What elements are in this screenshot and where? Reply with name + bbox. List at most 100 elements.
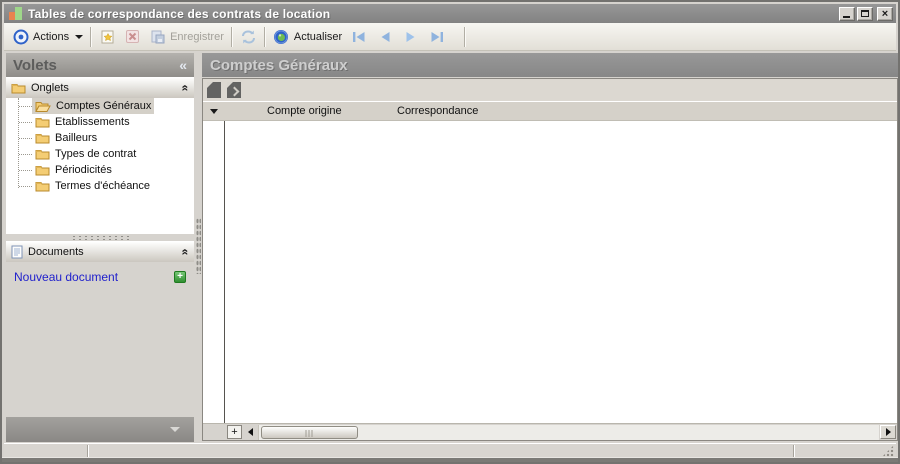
nav-first-icon [353,31,365,42]
chevron-double-up-icon[interactable]: « [179,85,193,92]
save-label: Enregistrer [170,30,224,43]
sync-button[interactable] [236,26,261,47]
toolbar: Actions Enregistrer Actualiser [4,23,896,51]
minimize-icon [843,15,850,18]
nav-previous-icon [381,31,390,42]
close-icon: × [881,7,889,20]
row-indicator-divider [224,102,225,440]
horizontal-scrollbar-thumb[interactable] [261,425,358,439]
tree-empty-space [6,194,194,234]
titlebar: Tables de correspondance des contrats de… [4,4,896,23]
nav-next-icon [406,31,415,42]
refresh-button[interactable]: Actualiser [269,26,346,47]
chevron-down-icon [75,34,84,39]
nav-last-button[interactable] [426,28,448,46]
main-panel-header: Comptes Généraux [202,53,898,77]
new-item-button[interactable] [95,26,120,47]
folder-icon [11,84,26,94]
tree-item-label: Types de contrat [55,148,137,160]
close-button[interactable]: × [877,6,893,21]
nav-previous-button[interactable] [374,28,396,46]
arrow-left-icon [247,428,253,436]
thumb-grip-icon [305,429,314,437]
nav-next-button[interactable] [400,28,422,46]
folder-icon [35,182,50,192]
scroll-left-button[interactable] [242,425,258,439]
scroll-right-button[interactable] [880,425,896,439]
window-bottom-edge [2,457,898,462]
collapse-sidebar-icon[interactable]: « [179,58,187,72]
card-view-icon[interactable] [207,82,221,98]
app-icon [9,7,23,20]
grid-scrollbar-row: + [203,423,897,440]
add-document-button[interactable]: + [174,271,186,283]
tree-item-bailleurs[interactable]: Bailleurs [6,130,194,146]
maximize-button[interactable] [857,6,873,21]
chevron-down-icon [170,427,180,432]
pin-column-icon[interactable] [227,82,241,98]
splitter-grip-icon [71,235,129,240]
tree-item-termes-echeance[interactable]: Termes d'échéance [6,178,194,194]
actions-target-icon [12,28,29,45]
new-note-icon [99,28,116,45]
save-icon [149,28,166,45]
horizontal-scrollbar-track[interactable] [258,424,879,440]
chevron-double-up-icon[interactable]: « [179,249,193,256]
actions-label: Actions [33,30,70,43]
app-window: Tables de correspondance des contrats de… [0,0,900,464]
column-header-compte-origine[interactable]: Compte origine [267,105,342,117]
resize-grip[interactable] [882,445,894,457]
sync-arrows-icon [240,28,257,45]
panes-header: Volets « [6,53,194,77]
folder-icon [35,134,50,144]
delete-x-icon [124,28,141,45]
nav-first-button[interactable] [348,28,370,46]
column-header-correspondance[interactable]: Correspondance [397,105,478,117]
tree-item-label: Bailleurs [55,132,98,144]
onglets-group-header[interactable]: Onglets « [6,77,194,98]
maximize-icon [861,9,869,17]
grid-column-header-row: Compte origine Correspondance [203,102,897,121]
panes-title: Volets [13,56,57,74]
toolbar-separator [263,26,266,47]
delete-item-button[interactable] [120,26,145,47]
add-row-button[interactable]: + [227,425,242,439]
refresh-icon [273,28,290,45]
refresh-label: Actualiser [293,30,343,43]
sidebar-scroll-down[interactable] [6,417,194,442]
row-indicator-cell[interactable] [203,102,224,121]
tree-item-label: Comptes Généraux [56,100,152,112]
new-document-link[interactable]: Nouveau document [14,270,174,284]
documents-group-header[interactable]: Documents « [6,241,194,262]
tree-item-periodicites[interactable]: Périodicités [6,162,194,178]
actions-menu-button[interactable]: Actions [8,26,87,47]
main-panel-title: Comptes Généraux [210,56,348,74]
documents-group-label: Documents [28,246,84,258]
toolbar-separator [230,26,233,47]
grid-body[interactable] [203,121,897,423]
tree-item-types-de-contrat[interactable]: Types de contrat [6,146,194,162]
folder-open-icon [35,102,51,112]
sidebar: Onglets « Comptes Généraux Etablissement… [6,77,194,442]
folder-icon [35,118,50,128]
grid-panel: Compte origine Correspondance + [202,78,898,441]
grid-group-panel [203,79,897,102]
onglets-group-label: Onglets [31,82,69,94]
splitter-grip-icon [196,218,201,274]
toolbar-separator [464,26,467,47]
toolbar-separator [90,26,93,47]
nav-last-icon [431,31,444,42]
minimize-button[interactable] [839,6,855,21]
vertical-splitter[interactable] [194,53,202,442]
save-button[interactable]: Enregistrer [145,26,228,47]
document-link-row: Nouveau document + [6,262,194,292]
onglets-tree: Comptes Généraux Etablissements Bailleur… [6,98,194,234]
tree-item-label: Termes d'échéance [55,180,151,192]
dropdown-arrow-icon [209,109,218,114]
window-title: Tables de correspondance des contrats de… [28,6,331,21]
tree-item-etablissements[interactable]: Etablissements [6,114,194,130]
tree-item-comptes-generaux[interactable]: Comptes Généraux [6,98,194,114]
scrollbar-corner [203,424,225,440]
tree-item-label: Etablissements [55,116,130,128]
horizontal-splitter[interactable] [6,234,194,241]
